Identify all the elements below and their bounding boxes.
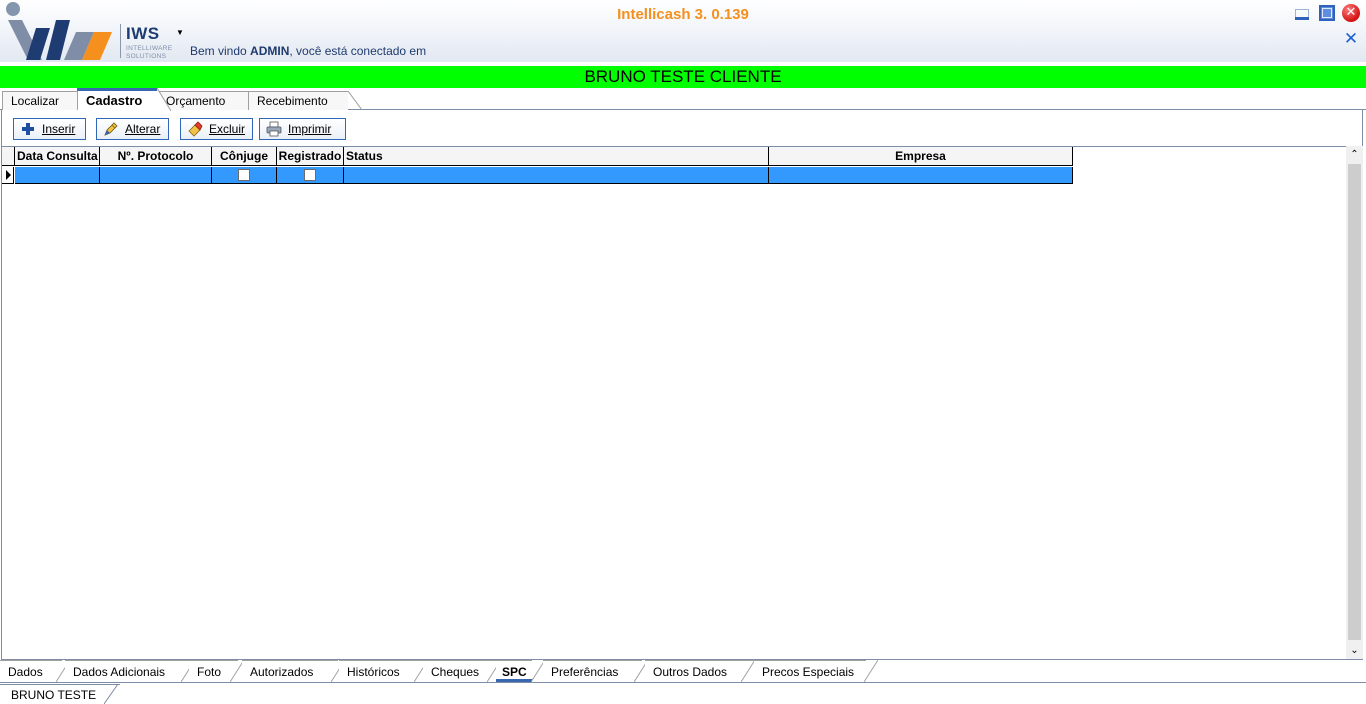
welcome-message: Bem vindo ADMIN, você está conectado em	[190, 44, 426, 58]
alterar-label: Alterar	[125, 122, 161, 136]
inserir-label: Inserir	[42, 122, 76, 136]
tab-separator	[741, 660, 755, 682]
table-row[interactable]	[2, 167, 1073, 184]
client-status-label: BRUNO TESTE	[11, 688, 97, 702]
cell-status[interactable]	[344, 167, 769, 184]
col-empresa[interactable]: Empresa	[769, 147, 1073, 166]
tab-label: Cadastro	[86, 93, 143, 108]
col-registrado[interactable]: Registrado	[277, 147, 344, 166]
tab-spc[interactable]: SPC	[496, 660, 532, 682]
tab-recebimento[interactable]: Recebimento	[248, 91, 362, 110]
tab-cheques[interactable]: Cheques	[423, 660, 496, 682]
cell-empresa[interactable]	[769, 167, 1073, 184]
maximize-icon[interactable]	[1319, 5, 1335, 21]
tab-localizar[interactable]: Localizar	[2, 91, 92, 110]
tab-historicos[interactable]: Históricos	[339, 660, 423, 682]
tab-cadastro[interactable]: Cadastro	[77, 88, 171, 111]
app-header: IWS INTELLIWARE SOLUTIONS ▼ Intellicash …	[0, 0, 1366, 62]
col-data-consulta[interactable]: Data Consulta	[15, 147, 100, 166]
logo-subtext: INTELLIWARE	[126, 45, 173, 52]
welcome-prefix: Bem vindo	[190, 44, 251, 58]
imprimir-label: Imprimir	[288, 122, 332, 136]
row-indicator-icon	[2, 167, 14, 184]
col-protocolo[interactable]: Nº. Protocolo	[100, 147, 212, 166]
printer-icon	[266, 121, 282, 137]
tab-autorizados[interactable]: Autorizados	[242, 660, 338, 682]
cell-data-consulta[interactable]	[15, 167, 100, 184]
welcome-suffix: , você está conectado em	[289, 44, 427, 58]
plus-icon	[22, 123, 34, 135]
imprimir-button[interactable]: Imprimir	[259, 118, 346, 140]
scroll-down-icon[interactable]: ⌄	[1346, 642, 1363, 659]
minimize-icon[interactable]	[1294, 6, 1310, 22]
tab-dados[interactable]: Dados	[0, 660, 62, 682]
tab-dados-adicionais[interactable]: Dados Adicionais	[65, 660, 189, 682]
spc-grid: Data Consulta Nº. Protocolo Cônjuge Regi…	[2, 146, 1346, 660]
bottom-tab-strip: Dados Dados Adicionais Foto Autorizados …	[0, 660, 1366, 683]
tab-label: Recebimento	[257, 94, 328, 108]
cell-conjuge[interactable]	[212, 167, 277, 184]
tab-label: Localizar	[11, 94, 60, 108]
close-form-icon[interactable]: ✕	[1343, 31, 1359, 48]
close-icon[interactable]: ✕	[1342, 4, 1360, 22]
tab-label: Orçamento	[166, 94, 226, 108]
logo-text: IWS	[126, 24, 160, 43]
scroll-up-icon[interactable]: ⌃	[1346, 146, 1363, 163]
header-indicator-cell	[2, 147, 15, 166]
scroll-thumb[interactable]	[1348, 164, 1361, 640]
cell-registrado[interactable]	[277, 167, 344, 184]
tab-outros-dados[interactable]: Outros Dados	[645, 660, 754, 682]
app-title: Intellicash 3. 0.139	[617, 6, 749, 23]
grid-header: Data Consulta Nº. Protocolo Cônjuge Regi…	[2, 147, 1073, 166]
col-conjuge[interactable]: Cônjuge	[212, 147, 277, 166]
conjuge-checkbox[interactable]	[238, 169, 250, 181]
client-name-bar: BRUNO TESTE CLIENTE	[0, 66, 1366, 88]
cell-protocolo[interactable]	[100, 167, 212, 184]
tab-precos-especiais[interactable]: Precos Especiais	[754, 660, 866, 682]
welcome-user: ADMIN	[250, 44, 290, 58]
logo-subtext: SOLUTIONS	[126, 53, 167, 60]
excluir-button[interactable]: Excluir	[180, 118, 253, 140]
vertical-scrollbar[interactable]: ⌃ ⌄	[1346, 146, 1363, 659]
tab-preferencias[interactable]: Preferências	[543, 660, 642, 682]
inserir-button[interactable]: Inserir	[13, 118, 86, 140]
eraser-icon	[188, 121, 203, 137]
top-tab-strip: Localizar Cadastro Orçamento Recebimento	[0, 88, 1366, 111]
col-status[interactable]: Status	[344, 147, 769, 166]
logo-divider	[120, 24, 121, 58]
alterar-button[interactable]: Alterar	[96, 118, 169, 140]
spc-panel: Inserir Alterar Excluir Imprimir Data Co…	[1, 110, 1363, 660]
tab-separator	[864, 660, 878, 682]
registrado-checkbox[interactable]	[304, 169, 316, 181]
chevron-down-icon[interactable]: ▼	[176, 28, 184, 37]
excluir-label: Excluir	[209, 122, 246, 136]
tab-separator	[104, 684, 118, 704]
client-status-tab[interactable]: BRUNO TESTE	[0, 684, 120, 704]
pencil-icon	[104, 122, 118, 136]
